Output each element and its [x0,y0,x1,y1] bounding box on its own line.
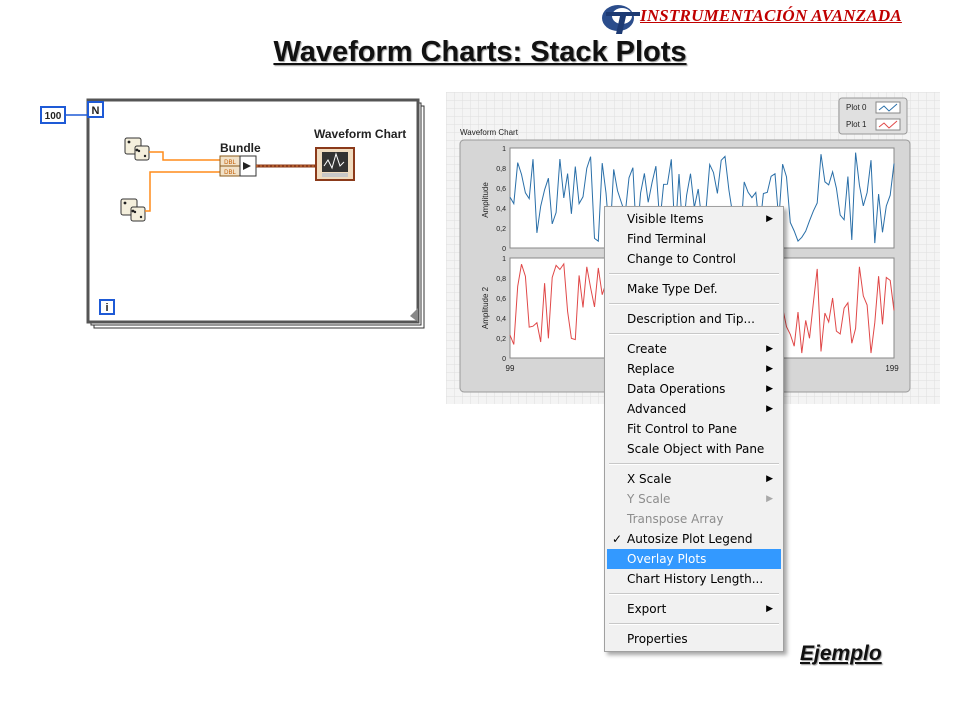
bundle-input-type: DBL [224,170,236,176]
menu-item-overlay-plots[interactable]: Overlay Plots [607,549,781,569]
menu-item-label: Transpose Array [627,512,724,526]
menu-separator [609,333,779,335]
iteration-terminal-label: i [105,302,108,314]
menu-item-fit-control-to-pane[interactable]: Fit Control to Pane [607,419,781,439]
submenu-arrow-icon: ▶ [766,214,773,224]
menu-item-properties[interactable]: Properties [607,629,781,649]
y-tick-label: 0,2 [496,226,506,233]
menu-item-make-type-def[interactable]: Make Type Def. [607,279,781,299]
menu-item-change-to-control[interactable]: Change to Control [607,249,781,269]
menu-separator [609,303,779,305]
menu-item-data-operations[interactable]: Data Operations ▶ [607,379,781,399]
menu-item-label: Y Scale [627,492,671,506]
menu-item-label: Autosize Plot Legend [627,532,753,546]
brand-name: INSTRUMENTACIÓN AVANZADA [640,6,902,25]
y-tick-label: 0,6 [496,296,506,303]
menu-item-label: Overlay Plots [627,552,707,566]
legend-label: Plot 0 [846,103,867,112]
menu-item-label: Replace [627,362,675,376]
y-tick-label: 0,6 [496,186,506,193]
menu-item-replace[interactable]: Replace ▶ [607,359,781,379]
bundle-input-type: DBL [224,160,236,166]
submenu-arrow-icon: ▶ [766,364,773,374]
y-tick-label: 0,4 [496,206,506,213]
loop-count-constant[interactable]: 100 [40,106,66,124]
menu-separator [609,273,779,275]
slide-title: Waveform Charts: Stack Plots [273,36,687,68]
menu-item-y-scale[interactable]: Y Scale ▶ [607,489,781,509]
menu-item-chart-history-length[interactable]: Chart History Length... [607,569,781,589]
menu-item-label: Find Terminal [627,232,707,246]
menu-item-label: Chart History Length... [627,572,764,586]
menu-item-label: Advanced [627,402,687,416]
menu-item-x-scale[interactable]: X Scale ▶ [607,469,781,489]
iteration-terminal[interactable]: i [99,299,115,315]
menu-item-transpose-array[interactable]: Transpose Array [607,509,781,529]
chart-title: Waveform Chart [460,128,519,137]
legend-label: Plot 1 [846,120,867,129]
menu-item-scale-object-with-pane[interactable]: Scale Object with Pane [607,439,781,459]
menu-item-label: Properties [627,632,688,646]
submenu-arrow-icon: ▶ [766,494,773,504]
plot-legend[interactable]: Plot 0 Plot 1 [838,97,908,135]
menu-item-description-and-tip[interactable]: Description and Tip... [607,309,781,329]
y-tick-label: 0 [502,356,506,363]
menu-item-label: Export [627,602,667,616]
menu-item-find-terminal[interactable]: Find Terminal [607,229,781,249]
loop-count-value: 100 [45,111,62,122]
x-tick-label: 199 [885,364,899,373]
menu-item-label: Data Operations [627,382,726,396]
checkmark-icon: ✓ [612,532,623,546]
submenu-arrow-icon: ▶ [766,604,773,614]
menu-item-label: Create [627,342,667,356]
context-menu: Visible Items ▶ Find Terminal Change to Con… [604,206,784,652]
block-diagram: 100 N i Bundle DBL DBL Waveform Chart [40,98,425,329]
y-tick-label: 0,2 [496,336,506,343]
menu-item-autosize-plot-legend[interactable]: ✓ Autosize Plot Legend [607,529,781,549]
menu-item-label: Fit Control to Pane [627,422,737,436]
menu-item-label: Change to Control [627,252,736,266]
menu-item-label: Scale Object with Pane [627,442,765,456]
waveform-chart-terminal[interactable] [315,147,355,181]
menu-separator [609,623,779,625]
menu-separator [609,593,779,595]
menu-item-label: Description and Tip... [627,312,755,326]
count-terminal[interactable]: N [87,101,104,118]
bundle-node[interactable]: DBL DBL [219,155,257,177]
menu-item-label: Make Type Def. [627,282,718,296]
chart-terminal-label: Waveform Chart [314,127,406,141]
menu-separator [609,463,779,465]
y-tick-label: 0,8 [496,276,506,283]
y-tick-label: 1 [502,146,506,153]
menu-item-label: X Scale [627,472,672,486]
menu-item-export[interactable]: Export ▶ [607,599,781,619]
menu-item-advanced[interactable]: Advanced ▶ [607,399,781,419]
example-link[interactable]: Ejemplo [800,642,882,666]
count-terminal-label: N [92,105,100,117]
submenu-arrow-icon: ▶ [766,474,773,484]
menu-item-visible-items[interactable]: Visible Items ▶ [607,209,781,229]
y-axis-label-top: Amplitude [481,182,490,218]
y-tick-label: 0,4 [496,316,506,323]
y-tick-label: 0 [502,246,506,253]
submenu-arrow-icon: ▶ [766,344,773,354]
menu-item-label: Visible Items [627,212,704,226]
bundle-label: Bundle [220,141,261,155]
y-tick-label: 1 [502,256,506,263]
submenu-arrow-icon: ▶ [766,384,773,394]
menu-item-create[interactable]: Create ▶ [607,339,781,359]
y-axis-label-bottom: Amplitude 2 [481,286,490,329]
x-tick-label: 99 [506,364,515,373]
y-tick-label: 0,8 [496,166,506,173]
submenu-arrow-icon: ▶ [766,404,773,414]
